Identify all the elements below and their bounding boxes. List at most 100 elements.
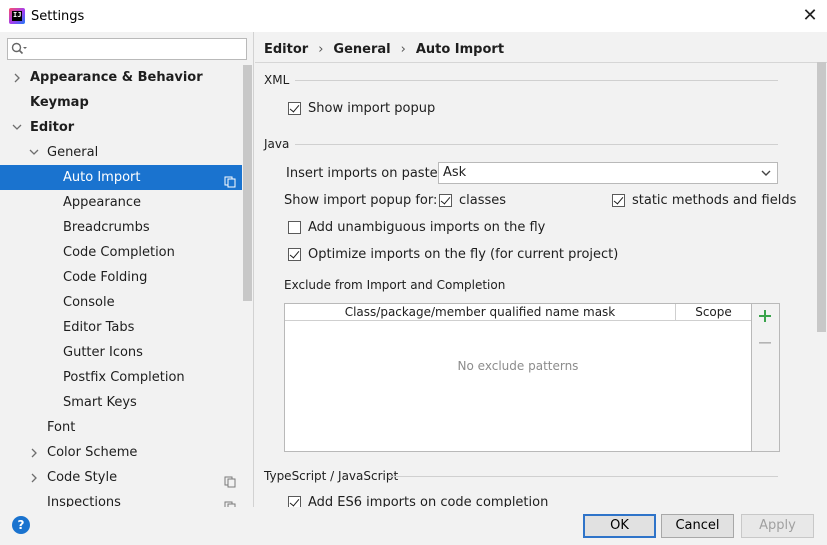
chevron-right-icon[interactable] (28, 465, 40, 490)
add-icon[interactable] (758, 309, 772, 323)
sidebar-item-label: Editor Tabs (63, 320, 135, 335)
java-section-title: Java (264, 137, 290, 151)
optimize-imports-checkbox[interactable] (288, 247, 301, 261)
sidebar-item-label: Keymap (30, 95, 89, 110)
sidebar-item-inspections[interactable]: Inspections (0, 490, 242, 507)
sidebar-item-label: Auto Import (63, 170, 141, 185)
insert-imports-dropdown[interactable]: Ask (438, 162, 778, 184)
project-settings-icon (224, 172, 236, 188)
sidebar-item-appearance-behavior[interactable]: Appearance & Behavior (0, 65, 242, 90)
sidebar-item-editor-tabs[interactable]: Editor Tabs (0, 315, 242, 340)
sidebar-item-label: Console (63, 295, 115, 310)
sidebar-item-label: Appearance & Behavior (30, 70, 203, 85)
xml-show-import-popup-row[interactable]: Show import popup (288, 98, 435, 118)
sidebar-item-general[interactable]: General (0, 140, 242, 165)
sidebar-scrollbar[interactable] (243, 65, 252, 301)
static-methods-row[interactable]: static methods and fields (612, 190, 796, 210)
es6-imports-row[interactable]: Add ES6 imports on code completion (288, 492, 548, 507)
sidebar-item-smart-keys[interactable]: Smart Keys (0, 390, 242, 415)
intellij-app-icon: IJ (9, 8, 25, 24)
sidebar-item-code-style[interactable]: Code Style (0, 465, 242, 490)
sidebar-item-label: General (47, 145, 99, 160)
exclude-patterns-table[interactable]: Class/package/member qualified name mask… (284, 303, 752, 452)
sidebar-item-keymap[interactable]: Keymap (0, 90, 242, 115)
chevron-right-icon[interactable] (11, 65, 23, 90)
help-icon[interactable]: ? (12, 516, 30, 534)
sidebar-item-label: Inspections (47, 495, 121, 507)
sidebar-item-label: Code Completion (63, 245, 175, 260)
xml-show-import-popup-label: Show import popup (308, 100, 436, 116)
chevron-down-icon (761, 170, 771, 176)
sidebar-item-color-scheme[interactable]: Color Scheme (0, 440, 242, 465)
apply-button[interactable]: Apply (741, 514, 814, 538)
breadcrumb-divider (255, 62, 827, 63)
app-icon-text: IJ (13, 11, 22, 19)
java-section-divider (295, 144, 778, 145)
breadcrumb-separator: › (318, 41, 324, 57)
classes-checkbox[interactable] (439, 193, 452, 207)
show-popup-for-label: Show import popup for: (284, 192, 438, 208)
sidebar-item-label: Code Folding (63, 270, 148, 285)
sidebar-item-auto-import[interactable]: Auto Import (0, 165, 242, 190)
search-field[interactable] (7, 38, 247, 60)
auto-import-panel: Editor › General › Auto Import XML Show … (255, 32, 827, 507)
sidebar-item-code-completion[interactable]: Code Completion (0, 240, 242, 265)
es6-imports-label: Add ES6 imports on code completion (308, 494, 549, 508)
sidebar-item-label: Smart Keys (63, 395, 137, 410)
ok-button[interactable]: OK (583, 514, 656, 538)
search-input[interactable] (30, 40, 246, 58)
close-icon[interactable]: ✕ (801, 7, 819, 25)
xml-section-divider (295, 80, 778, 81)
sidebar-item-code-folding[interactable]: Code Folding (0, 265, 242, 290)
sidebar-item-label: Gutter Icons (63, 345, 143, 360)
sidebar-item-console[interactable]: Console (0, 290, 242, 315)
insert-imports-value: Ask (443, 165, 467, 180)
breadcrumb-auto-import: Auto Import (415, 41, 505, 57)
sidebar-item-postfix-completion[interactable]: Postfix Completion (0, 365, 242, 390)
sidebar-item-label: Appearance (63, 195, 142, 210)
insert-imports-label: Insert imports on paste: (286, 165, 443, 181)
classes-row[interactable]: classes (439, 190, 506, 210)
sidebar-item-breadcrumbs[interactable]: Breadcrumbs (0, 215, 242, 240)
sidebar-item-label: Breadcrumbs (63, 220, 150, 235)
insert-imports-label-row: Insert imports on paste: (286, 163, 442, 183)
window-title: Settings (31, 8, 85, 24)
breadcrumb-editor[interactable]: Editor (264, 42, 308, 57)
remove-icon[interactable] (758, 336, 772, 350)
static-methods-checkbox[interactable] (612, 193, 625, 207)
column-header-scope[interactable]: Scope (676, 304, 751, 321)
add-unambiguous-checkbox[interactable] (288, 220, 301, 234)
cancel-button[interactable]: Cancel (661, 514, 734, 538)
chevron-down-icon[interactable] (28, 140, 40, 165)
optimize-imports-row[interactable]: Optimize imports on the fly (for current… (288, 244, 618, 264)
xml-section-title: XML (264, 73, 290, 87)
sidebar-item-appearance[interactable]: Appearance (0, 190, 242, 215)
sidebar-item-gutter-icons[interactable]: Gutter Icons (0, 340, 242, 365)
optimize-imports-label: Optimize imports on the fly (for current… (308, 246, 619, 262)
column-header-mask[interactable]: Class/package/member qualified name mask (285, 304, 676, 321)
breadcrumb-separator: › (400, 41, 406, 57)
add-unambiguous-row[interactable]: Add unambiguous imports on the fly (288, 217, 545, 237)
classes-label: classes (459, 192, 507, 208)
main-scrollbar[interactable] (817, 62, 826, 332)
sidebar-item-font[interactable]: Font (0, 415, 242, 440)
table-header: Class/package/member qualified name mask… (285, 304, 751, 321)
sidebar-item-label: Color Scheme (47, 445, 138, 460)
title-bar: IJ Settings ✕ (0, 0, 827, 32)
sidebar-item-label: Postfix Completion (63, 370, 185, 385)
sidebar-item-label: Editor (30, 120, 75, 135)
settings-tree: Appearance & Behavior Keymap Editor General… (0, 65, 242, 507)
es6-imports-checkbox[interactable] (288, 495, 301, 507)
table-toolbar (752, 303, 780, 452)
show-popup-for-label-row: Show import popup for: (284, 190, 437, 210)
chevron-right-icon[interactable] (28, 440, 40, 465)
static-methods-label: static methods and fields (632, 192, 797, 208)
chevron-down-icon[interactable] (11, 115, 23, 140)
sidebar-item-label: Code Style (47, 470, 118, 485)
ts-section-divider (388, 476, 778, 477)
settings-sidebar: Appearance & Behavior Keymap Editor General… (0, 32, 254, 507)
breadcrumb-general[interactable]: General (333, 42, 390, 57)
sidebar-item-editor[interactable]: Editor (0, 115, 242, 140)
dialog-button-bar: ? OK Cancel Apply (0, 507, 827, 545)
xml-show-import-popup-checkbox[interactable] (288, 101, 301, 115)
